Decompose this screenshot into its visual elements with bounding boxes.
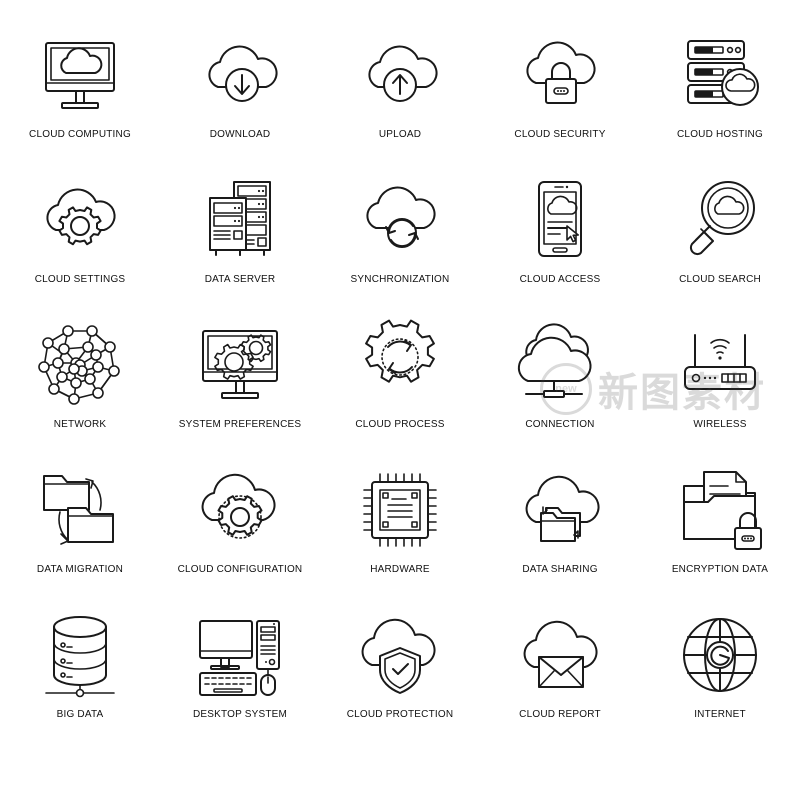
- icon-cell-big-data[interactable]: BIG DATA: [0, 605, 160, 750]
- smartphone-cloud-cursor-icon: [510, 170, 610, 270]
- icon-cell-cloud-protection[interactable]: CLOUD PROTECTION: [320, 605, 480, 750]
- icon-label: ENCRYPTION DATA: [671, 564, 769, 575]
- icon-cell-wireless[interactable]: WIRELESS: [640, 315, 800, 460]
- icon-cell-cloud-security[interactable]: CLOUD SECURITY: [480, 25, 640, 170]
- monitor-cloud-icon: [30, 25, 130, 125]
- icon-cell-cloud-process[interactable]: CLOUD PROCESS: [320, 315, 480, 460]
- icon-label: HARDWARE: [370, 564, 430, 575]
- icon-label: CLOUD PROTECTION: [346, 709, 454, 720]
- icon-label: UPLOAD: [378, 129, 422, 140]
- desktop-pc-keyboard-mouse-icon: [190, 605, 290, 705]
- icon-cell-synchronization[interactable]: SYNCHRONIZATION: [320, 170, 480, 315]
- icon-cell-hardware[interactable]: HARDWARE: [320, 460, 480, 605]
- icon-label: DATA SHARING: [522, 564, 598, 575]
- icon-cell-system-preferences[interactable]: SYSTEM PREFERENCES: [160, 315, 320, 460]
- icon-cell-internet[interactable]: INTERNET: [640, 605, 800, 750]
- icon-cell-download[interactable]: DOWNLOAD: [160, 25, 320, 170]
- icon-label: CLOUD SETTINGS: [34, 274, 126, 285]
- icon-label: CLOUD CONFIGURATION: [177, 564, 303, 575]
- wifi-router-icon: [670, 315, 770, 415]
- icon-label: CLOUD SECURITY: [514, 129, 606, 140]
- network-nodes-sphere-icon: [30, 315, 130, 415]
- icon-cell-cloud-configuration[interactable]: CLOUD CONFIGURATION: [160, 460, 320, 605]
- icon-cell-cloud-search[interactable]: CLOUD SEARCH: [640, 170, 800, 315]
- icon-cell-data-migration[interactable]: DATA MIGRATION: [0, 460, 160, 605]
- server-towers-icon: [190, 170, 290, 270]
- icon-cell-cloud-report[interactable]: CLOUD REPORT: [480, 605, 640, 750]
- cloud-padlock-icon: [510, 25, 610, 125]
- cpu-chip-icon: [350, 460, 450, 560]
- icon-label: WIRELESS: [693, 419, 747, 430]
- gear-circular-arrows-icon: [350, 315, 450, 415]
- icon-label: CLOUD REPORT: [519, 709, 601, 720]
- icon-cell-network[interactable]: NETWORK: [0, 315, 160, 460]
- icon-label: DESKTOP SYSTEM: [192, 709, 288, 720]
- monitor-gears-icon: [190, 315, 290, 415]
- icon-cell-cloud-hosting[interactable]: CLOUD HOSTING: [640, 25, 800, 170]
- server-rack-cloud-icon: [670, 25, 770, 125]
- icon-label: NETWORK: [53, 419, 107, 430]
- icon-label: CLOUD PROCESS: [355, 419, 445, 430]
- icon-label: INTERNET: [694, 709, 746, 720]
- icon-label: DOWNLOAD: [209, 129, 271, 140]
- cloud-shield-check-icon: [350, 605, 450, 705]
- icon-cell-desktop-system[interactable]: DESKTOP SYSTEM: [160, 605, 320, 750]
- icon-label: BIG DATA: [56, 709, 104, 720]
- cloud-download-arrow-icon: [190, 25, 290, 125]
- cloud-envelope-icon: [510, 605, 610, 705]
- globe-grid-icon: [670, 605, 770, 705]
- cloud-network-cable-icon: [510, 315, 610, 415]
- icon-cell-connection[interactable]: CONNECTION: [480, 315, 640, 460]
- cloud-upload-arrow-icon: [350, 25, 450, 125]
- icon-cell-cloud-access[interactable]: CLOUD ACCESS: [480, 170, 640, 315]
- icon-grid: CLOUD COMPUTING DOWNLOAD UPLOAD CLOUD SE…: [0, 0, 800, 800]
- folders-transfer-arrows-icon: [30, 460, 130, 560]
- icon-cell-data-sharing[interactable]: DATA SHARING: [480, 460, 640, 605]
- cloud-folder-arrows-icon: [510, 460, 610, 560]
- icon-label: CLOUD HOSTING: [677, 129, 763, 140]
- cloud-gear-dotted-icon: [190, 460, 290, 560]
- icon-label: CLOUD COMPUTING: [29, 129, 131, 140]
- icon-label: DATA SERVER: [204, 274, 276, 285]
- cloud-gear-icon: [30, 170, 130, 270]
- folder-document-padlock-icon: [670, 460, 770, 560]
- icon-label: SYSTEM PREFERENCES: [178, 419, 302, 430]
- magnifier-cloud-icon: [670, 170, 770, 270]
- icon-cell-encryption-data[interactable]: ENCRYPTION DATA: [640, 460, 800, 605]
- database-cylinder-icon: [30, 605, 130, 705]
- icon-label: CLOUD SEARCH: [679, 274, 761, 285]
- icon-label: DATA MIGRATION: [36, 564, 124, 575]
- icon-label: CONNECTION: [525, 419, 595, 430]
- icon-label: CLOUD ACCESS: [519, 274, 601, 285]
- icon-label: SYNCHRONIZATION: [350, 274, 450, 285]
- icon-cell-data-server[interactable]: DATA SERVER: [160, 170, 320, 315]
- cloud-sync-arrows-icon: [350, 170, 450, 270]
- icon-cell-cloud-settings[interactable]: CLOUD SETTINGS: [0, 170, 160, 315]
- icon-cell-cloud-computing[interactable]: CLOUD COMPUTING: [0, 25, 160, 170]
- icon-cell-upload[interactable]: UPLOAD: [320, 25, 480, 170]
